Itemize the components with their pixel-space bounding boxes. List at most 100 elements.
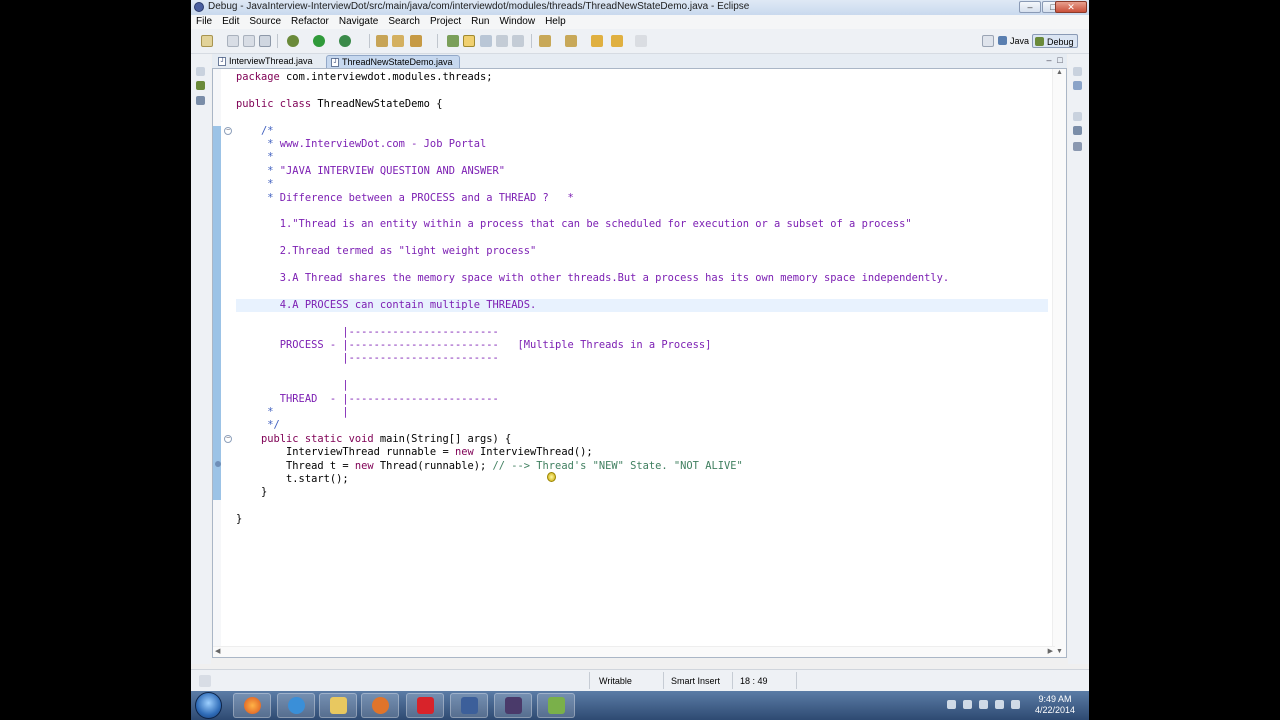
show-hidden-icons-icon[interactable]	[947, 700, 956, 709]
close-button[interactable]: ✕	[1055, 1, 1087, 13]
search-icon[interactable]	[463, 35, 475, 47]
menu-refactor[interactable]: Refactor	[286, 15, 334, 29]
code-line[interactable]: * "JAVA INTERVIEW QUESTION AND ANSWER"	[236, 165, 505, 178]
save-all-icon[interactable]	[243, 35, 255, 47]
code-editor[interactable]: − − package com.interviewdot.modules.thr…	[212, 68, 1067, 658]
restore-icon-right[interactable]	[1073, 67, 1082, 76]
menu-edit[interactable]: Edit	[217, 15, 244, 29]
debug-view-icon[interactable]	[196, 81, 205, 90]
display-icon[interactable]	[1011, 700, 1020, 709]
scroll-right-icon[interactable]: ▶	[1048, 647, 1053, 655]
save-app-taskbar-button[interactable]	[450, 693, 488, 718]
vertical-scrollbar[interactable]: ▲ ▼	[1052, 69, 1066, 657]
menu-search[interactable]: Search	[383, 15, 425, 29]
code-line[interactable]: package com.interviewdot.modules.threads…	[236, 71, 493, 84]
code-line[interactable]: *	[236, 178, 273, 191]
toggle-block-icon[interactable]	[496, 35, 508, 47]
tab-thread-new-state-demo[interactable]: J ThreadNewStateDemo.java	[326, 55, 460, 68]
flag-icon[interactable]	[995, 700, 1004, 709]
next-annotation-icon[interactable]	[539, 35, 551, 47]
menu-navigate[interactable]: Navigate	[334, 15, 383, 29]
code-line[interactable]: 1."Thread is an entity within a process …	[236, 218, 912, 231]
code-line[interactable]: * www.InterviewDot.com - Job Portal	[236, 138, 486, 151]
eclipse-taskbar-button[interactable]	[494, 693, 532, 718]
code-line[interactable]: public class ThreadNewStateDemo {	[236, 98, 442, 111]
code-line[interactable]: Thread t = new Thread(runnable); // --> …	[236, 460, 743, 473]
new-class-icon[interactable]	[410, 35, 422, 47]
volume-icon[interactable]	[979, 700, 988, 709]
java-perspective[interactable]: Java	[996, 34, 1032, 48]
scroll-up-icon[interactable]: ▲	[1056, 69, 1063, 76]
fold-toggle-icon[interactable]: −	[224, 435, 232, 443]
scroll-left-icon[interactable]: ◀	[215, 647, 220, 655]
last-edit-icon[interactable]	[635, 35, 647, 47]
fold-toggle-icon[interactable]: −	[224, 127, 232, 135]
fast-view-icon[interactable]	[199, 675, 211, 687]
code-line[interactable]: InterviewThread runnable = new Interview…	[236, 446, 593, 459]
horizontal-scrollbar[interactable]: ◀ ▶	[213, 646, 1055, 657]
prev-annotation-icon[interactable]	[565, 35, 577, 47]
code-line[interactable]: 4.A PROCESS can contain multiple THREADS…	[236, 299, 537, 312]
forward-icon[interactable]	[611, 35, 623, 47]
print-icon[interactable]	[259, 35, 271, 47]
app-taskbar-button[interactable]	[406, 693, 444, 718]
firefox-taskbar-button[interactable]	[233, 693, 271, 718]
code-line[interactable]: t.start();	[236, 473, 349, 486]
breakpoints-view-icon[interactable]	[1073, 142, 1082, 151]
menu-window[interactable]: Window	[494, 15, 540, 29]
back-icon[interactable]	[591, 35, 603, 47]
restore-icon[interactable]	[196, 67, 205, 76]
code-line[interactable]: /*	[236, 125, 274, 138]
toggle-mark-icon[interactable]	[480, 35, 492, 47]
code-area[interactable]: package com.interviewdot.modules.threads…	[236, 71, 1048, 645]
code-line[interactable]: */	[236, 419, 280, 432]
explorer-taskbar-button[interactable]	[319, 693, 357, 718]
debug-perspective[interactable]: Debug	[1032, 34, 1078, 48]
tab-interview-thread[interactable]: J InterviewThread.java	[214, 55, 319, 68]
open-type-icon[interactable]	[447, 35, 459, 47]
servers-view-icon[interactable]	[196, 96, 205, 105]
ie-taskbar-button[interactable]	[277, 693, 315, 718]
code-line[interactable]: public static void main(String[] args) {	[236, 433, 511, 446]
run-external-icon[interactable]	[339, 35, 351, 47]
code-line[interactable]: 3.A Thread shares the memory space with …	[236, 272, 949, 285]
menu-help[interactable]: Help	[540, 15, 571, 29]
code-line[interactable]: * |	[236, 406, 348, 419]
maximize-editor-icon[interactable]: □	[1055, 55, 1065, 65]
media-player-taskbar-button[interactable]	[361, 693, 399, 718]
run-icon[interactable]	[313, 35, 325, 47]
code-line[interactable]: 2.Thread termed as "light weight process…	[236, 245, 537, 258]
restore-icon-right-2[interactable]	[1073, 112, 1082, 121]
outline-view-icon[interactable]	[1073, 81, 1082, 90]
minimize-button[interactable]: –	[1019, 1, 1041, 13]
code-line[interactable]: |	[236, 379, 348, 392]
menu-file[interactable]: File	[191, 15, 217, 29]
scroll-down-icon[interactable]: ▼	[1056, 648, 1063, 655]
debug-icon[interactable]	[287, 35, 299, 47]
start-button[interactable]	[195, 692, 222, 719]
code-line[interactable]: * Difference between a PROCESS and a THR…	[236, 192, 574, 205]
code-line[interactable]: }	[236, 486, 267, 499]
save-icon[interactable]	[227, 35, 239, 47]
code-line[interactable]: }	[236, 513, 242, 526]
code-line[interactable]: |------------------------	[236, 352, 498, 365]
menu-project[interactable]: Project	[425, 15, 466, 29]
notepad-taskbar-button[interactable]	[537, 693, 575, 718]
new-java-project-icon[interactable]	[376, 35, 388, 47]
new-package-icon[interactable]	[392, 35, 404, 47]
breakpoint-marker-icon[interactable]	[215, 461, 221, 467]
code-line[interactable]: |------------------------	[236, 326, 498, 339]
open-perspective-icon[interactable]	[982, 35, 994, 47]
code-line[interactable]: *	[236, 151, 273, 164]
show-whitespace-icon[interactable]	[512, 35, 524, 47]
menu-source[interactable]: Source	[244, 15, 286, 29]
network-icon[interactable]	[963, 700, 972, 709]
menu-run[interactable]: Run	[466, 15, 494, 29]
minimize-editor-icon[interactable]: –	[1044, 55, 1054, 65]
code-token: *	[236, 406, 343, 418]
new-icon[interactable]	[201, 35, 213, 47]
code-line[interactable]: PROCESS - |------------------------ [Mul…	[236, 339, 712, 352]
code-line[interactable]: THREAD - |------------------------	[236, 393, 499, 406]
variables-view-icon[interactable]	[1073, 126, 1082, 135]
clock[interactable]: 9:49 AM 4/22/2014	[1035, 694, 1075, 716]
